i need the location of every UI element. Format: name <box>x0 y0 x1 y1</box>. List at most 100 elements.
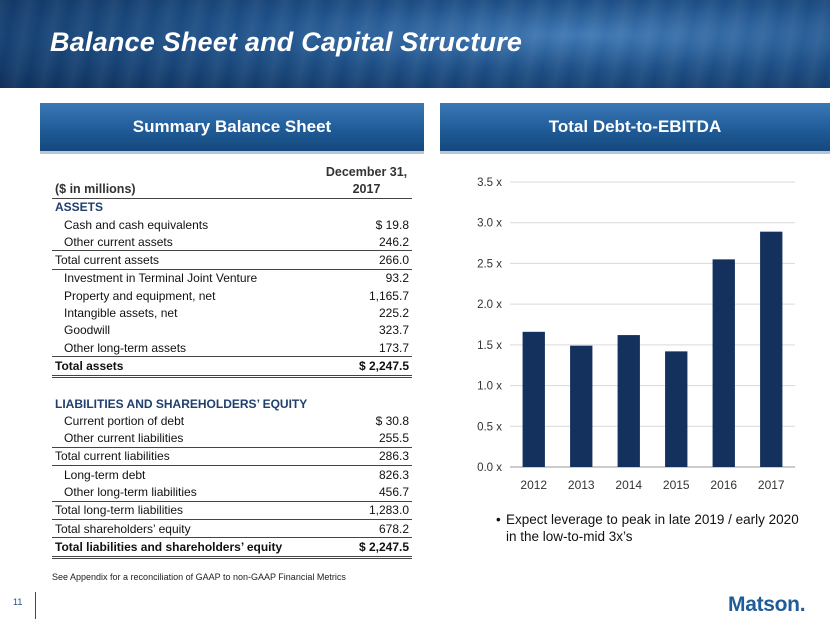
bar-2012 <box>522 331 545 467</box>
row-label: Total current assets <box>52 250 322 270</box>
table-row: Long-term debt 826.3 <box>52 465 412 484</box>
right-panel-divider <box>440 151 830 154</box>
table-row: Property and equipment, net 1,165.7 <box>52 287 412 304</box>
table-row: Total current liabilities 286.3 <box>52 446 412 466</box>
y-tick-label: 2.5 x <box>477 258 502 270</box>
blank-cell <box>321 376 412 395</box>
table-row: Goodwill 323.7 <box>52 322 412 339</box>
slide-title: Balance Sheet and Capital Structure <box>50 27 523 57</box>
bullet-marker: • <box>496 512 501 527</box>
row-value: 1,165.7 <box>368 288 409 303</box>
row-label: Property and equipment, net <box>64 288 216 303</box>
row-value: 678.2 <box>321 518 412 538</box>
table-row: Total shareholders’ equity 678.2 <box>52 518 412 538</box>
x-tick-label: 2014 <box>615 478 642 492</box>
row-label: Total current liabilities <box>52 446 322 466</box>
bar-2016 <box>712 259 735 467</box>
row-value: $ 19.8 <box>375 217 409 232</box>
row-label: Current portion of debt <box>64 413 185 428</box>
row-value: 323.7 <box>378 323 409 338</box>
blank-cell <box>321 395 412 412</box>
blank-cell <box>52 163 321 180</box>
footnote: See Appendix for a reconciliation of GAA… <box>52 572 346 582</box>
y-tick-label: 2.0 x <box>477 299 502 311</box>
date-header-line1: December 31, <box>325 164 408 179</box>
row-value: $ 30.8 <box>375 413 409 428</box>
row-label: Total long-term liabilities <box>52 500 322 520</box>
blank-cell <box>321 198 412 216</box>
row-label: Total shareholders’ equity <box>52 518 322 538</box>
table-row: Other long-term assets 173.7 <box>52 339 412 357</box>
row-value: 225.2 <box>378 306 409 321</box>
page-number: 11 <box>13 597 23 607</box>
y-tick-label: 1.0 x <box>477 381 502 393</box>
row-value: 286.3 <box>321 446 412 466</box>
row-label: Intangible assets, net <box>64 306 178 321</box>
row-label: Long-term debt <box>52 465 322 484</box>
table-header-row: ($ in millions) 2017 <box>52 180 412 199</box>
debt-to-ebitda-chart: 0.0 x 0.5 x 1.0 x 1.5 x 2.0 x 2.5 x 3.0 x 3.5 x… <box>477 177 795 492</box>
bar-2017 <box>760 231 783 467</box>
row-value: $ 2,247.5 <box>321 356 412 378</box>
balance-sheet-table: December 31, ($ in millions) 2017 ASSETS… <box>52 163 412 559</box>
row-label: Goodwill <box>64 323 111 338</box>
row-value: 456.7 <box>378 484 409 499</box>
x-tick-label: 2017 <box>758 478 785 492</box>
right-panel-heading: Total Debt-to-EBITDA <box>440 103 830 151</box>
row-value: 255.5 <box>378 431 409 446</box>
matson-logo: Matson. <box>728 593 806 616</box>
table-row: Other current assets 246.2 <box>52 233 412 251</box>
table-row: Cash and cash equivalents $ 19.8 <box>52 216 412 233</box>
x-tick-label: 2015 <box>663 478 690 492</box>
total-row: Total assets $ 2,247.5 <box>52 356 412 378</box>
row-value: 246.2 <box>378 234 409 249</box>
bar-2014 <box>617 335 640 467</box>
row-value: 173.7 <box>378 340 409 355</box>
table-row: Intangible assets, net 225.2 <box>52 304 412 321</box>
units-label: ($ in millions) <box>55 181 136 196</box>
row-label: Other current assets <box>64 234 173 249</box>
table-row: Total long-term liabilities 1,283.0 <box>52 500 412 520</box>
page-divider <box>35 592 36 619</box>
assets-heading: ASSETS <box>55 200 104 215</box>
row-label: Total assets <box>52 356 322 378</box>
row-value: 1,283.0 <box>321 500 412 520</box>
bar-2013 <box>570 345 593 467</box>
row-value: 93.2 <box>321 268 412 288</box>
date-header-line2: 2017 <box>352 181 381 196</box>
table-row: Total current assets 266.0 <box>52 250 412 270</box>
row-value: $ 2,247.5 <box>321 537 412 559</box>
y-tick-label: 3.5 x <box>477 177 502 189</box>
row-label: Other long-term liabilities <box>64 484 197 499</box>
row-label: Total liabilities and shareholders’ equi… <box>52 537 322 559</box>
x-tick-label: 2012 <box>520 478 547 492</box>
y-tick-label: 1.5 x <box>477 340 502 352</box>
bar-2015 <box>665 351 688 467</box>
total-row: Total liabilities and shareholders’ equi… <box>52 537 412 559</box>
row-label: Other long-term assets <box>64 340 187 355</box>
table-row: Other current liabilities 255.5 <box>52 429 412 447</box>
table-row: Other long-term liabilities 456.7 <box>52 483 412 501</box>
liabilities-heading: LIABILITIES AND SHAREHOLDERS’ EQUITY <box>55 396 308 411</box>
bullet-point: • Expect leverage to peak in late 2019 /… <box>496 511 806 545</box>
section-row: LIABILITIES AND SHAREHOLDERS’ EQUITY <box>52 395 412 412</box>
row-value: 266.0 <box>321 250 412 270</box>
spacer-row <box>52 376 412 395</box>
row-label: Investment in Terminal Joint Venture <box>52 268 322 288</box>
blank-cell <box>52 376 321 395</box>
row-label: Other current liabilities <box>64 431 184 446</box>
bullet-text: Expect leverage to peak in late 2019 / e… <box>506 512 799 544</box>
y-tick-label: 3.0 x <box>477 218 502 230</box>
table-header-row: December 31, <box>52 163 412 180</box>
x-tick-label: 2013 <box>568 478 595 492</box>
y-tick-label: 0.5 x <box>477 421 502 433</box>
left-panel-divider <box>40 151 424 154</box>
row-label: Cash and cash equivalents <box>64 217 209 232</box>
table-row: Investment in Terminal Joint Venture 93.2 <box>52 268 412 288</box>
left-panel-heading: Summary Balance Sheet <box>40 103 424 151</box>
y-tick-label: 0.0 x <box>477 462 502 474</box>
x-tick-label: 2016 <box>710 478 737 492</box>
section-row: ASSETS <box>52 198 412 216</box>
table-row: Current portion of debt $ 30.8 <box>52 412 412 429</box>
row-value: 826.3 <box>321 465 412 484</box>
